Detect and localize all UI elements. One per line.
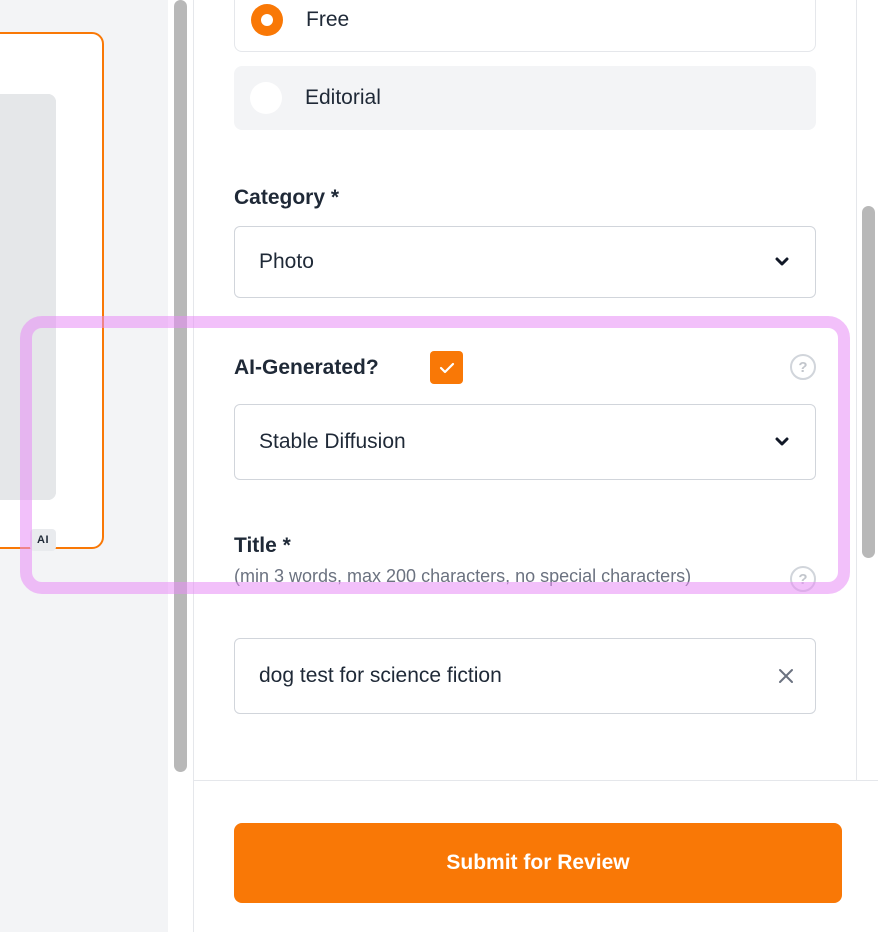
chevron-down-icon bbox=[775, 257, 789, 266]
chevron-down-icon bbox=[775, 437, 789, 446]
license-option-label: Free bbox=[306, 8, 350, 31]
title-helper-text: (min 3 words, max 200 characters, no spe… bbox=[234, 566, 692, 586]
ai-generated-label: AI-Generated? bbox=[234, 356, 379, 379]
ai-help-icon[interactable]: ? bbox=[790, 354, 816, 380]
image-placeholder-area bbox=[0, 94, 56, 500]
license-option-free[interactable]: Free bbox=[234, 0, 816, 52]
ai-badge: AI bbox=[30, 529, 56, 551]
title-help-icon[interactable]: ? bbox=[790, 566, 816, 592]
clear-icon[interactable] bbox=[777, 667, 795, 685]
ai-model-select[interactable]: Stable Diffusion bbox=[234, 404, 816, 480]
left-scrollbar[interactable] bbox=[174, 0, 187, 772]
license-option-label: Editorial bbox=[305, 86, 381, 109]
form-scrollbar[interactable] bbox=[862, 206, 875, 558]
category-label: Category * bbox=[234, 186, 340, 209]
radio-checked-icon[interactable] bbox=[251, 4, 283, 36]
image-card[interactable]: AI bbox=[0, 32, 104, 551]
submit-for-review-button[interactable]: Submit for Review bbox=[234, 823, 842, 903]
title-label: Title * bbox=[234, 534, 291, 557]
scrollbar-track bbox=[856, 0, 857, 780]
title-input-value: dog test for science fiction bbox=[259, 664, 502, 687]
image-preview-pane: AI bbox=[0, 0, 168, 932]
title-input[interactable]: dog test for science fiction bbox=[234, 638, 816, 714]
image-thumbnail[interactable] bbox=[0, 94, 56, 500]
ai-model-value: Stable Diffusion bbox=[259, 430, 406, 453]
license-option-editorial[interactable]: Editorial bbox=[234, 66, 816, 130]
check-icon bbox=[439, 362, 454, 373]
ai-generated-checkbox[interactable] bbox=[430, 351, 463, 384]
category-select[interactable]: Photo bbox=[234, 226, 816, 298]
radio-unchecked-icon[interactable] bbox=[250, 82, 282, 114]
category-value: Photo bbox=[259, 250, 314, 273]
